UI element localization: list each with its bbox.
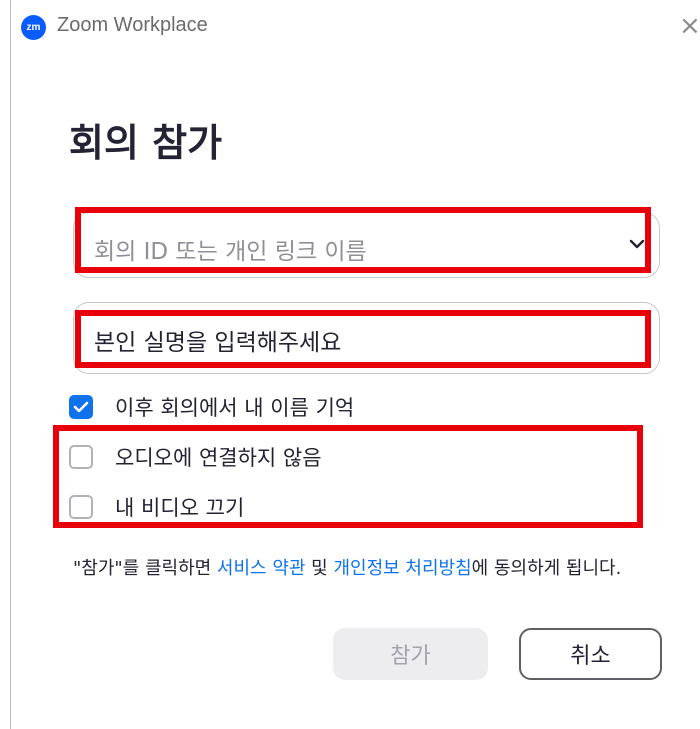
meeting-id-placeholder: 회의 ID 또는 개인 링크 이름 [94,239,367,265]
no-audio-option[interactable]: 오디오에 연결하지 않음 [69,442,322,472]
terms-suffix: 에 동의하게 됩니다. [471,558,622,579]
app-title: Zoom Workplace [57,14,208,36]
terms-prefix: "참가"를 클릭하면 [73,558,217,579]
close-button[interactable]: × [679,13,700,40]
remember-name-checkbox[interactable] [69,395,93,419]
terms-middle: 및 [305,558,334,579]
join-button[interactable]: 참가 [333,628,488,680]
video-off-option[interactable]: 내 비디오 끄기 [69,492,244,522]
terms-of-service-link[interactable]: 서비스 약관 [217,558,306,579]
title-bar: zm Zoom Workplace × [11,0,700,52]
no-audio-label: 오디오에 연결하지 않음 [115,446,322,470]
display-name-value: 본인 실명을 입력해주세요 [94,330,342,356]
zoom-join-dialog: zm Zoom Workplace × 회의 참가 회의 ID 또는 개인 링크… [10,0,700,729]
meeting-id-dropdown[interactable]: 회의 ID 또는 개인 링크 이름 [73,212,660,278]
video-off-checkbox[interactable] [69,495,93,519]
zoom-logo-icon: zm [21,15,46,40]
cancel-button[interactable]: 취소 [519,628,662,680]
display-name-input[interactable]: 본인 실명을 입력해주세요 [73,302,660,374]
checkmark-icon [73,401,89,413]
no-audio-checkbox[interactable] [69,445,93,469]
chevron-down-icon[interactable] [629,238,645,250]
remember-name-label: 이후 회의에서 내 이름 기억 [115,396,355,420]
terms-notice: "참가"를 클릭하면 서비스 약관 및 개인정보 처리방침에 동의하게 됩니다. [73,556,673,582]
page-title: 회의 참가 [69,121,223,165]
video-off-label: 내 비디오 끄기 [115,496,245,520]
remember-name-option[interactable]: 이후 회의에서 내 이름 기억 [69,392,354,422]
privacy-policy-link[interactable]: 개인정보 처리방침 [333,558,471,579]
